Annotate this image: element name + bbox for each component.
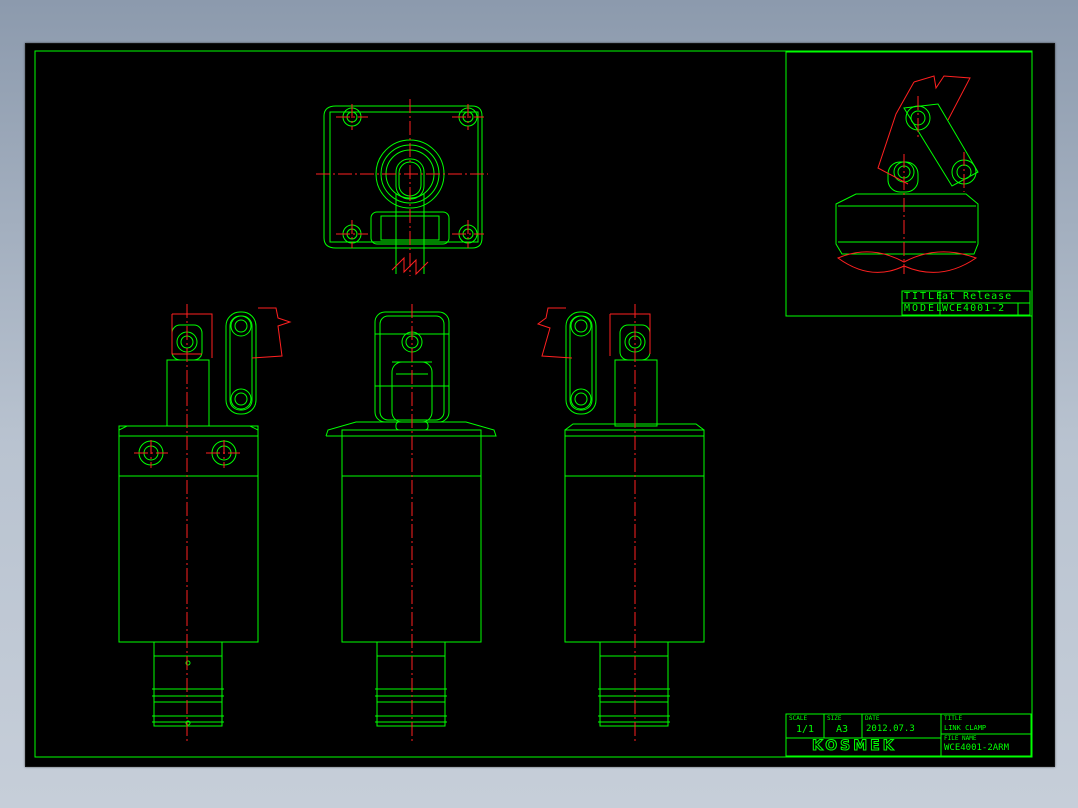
drawing-sheet: TITLE at Release MODEL WCE4001-2 SCALE 1… — [25, 43, 1055, 767]
inset-model-label: MODEL — [904, 303, 945, 314]
date-label: DATE — [865, 715, 880, 722]
file-name-value: WCE4001-2ARM — [944, 743, 1010, 753]
scale-value: 1/1 — [796, 724, 815, 735]
date-value: 2012.07.3 — [866, 724, 915, 734]
outer-frame — [34, 50, 1033, 758]
title-value: LINK CLAMP — [944, 724, 987, 732]
size-value: A3 — [836, 724, 849, 735]
inset-title-label: TITLE — [904, 291, 945, 302]
inset-model-value: WCE4001-2 — [942, 303, 1006, 314]
cad-drawing — [34, 50, 1033, 758]
scale-label: SCALE — [789, 715, 808, 722]
inset-title-value: at Release — [942, 291, 1013, 302]
front-view-middle — [325, 304, 497, 744]
side-view-right — [536, 304, 705, 744]
size-label: SIZE — [827, 715, 842, 722]
kosmek-logo: KOSMEK — [812, 738, 897, 755]
inset-view — [835, 75, 979, 274]
top-view — [316, 99, 488, 276]
title-label: TITLE — [944, 715, 963, 722]
side-view-left — [118, 304, 292, 744]
file-name-label: FILE NAME — [944, 735, 977, 742]
